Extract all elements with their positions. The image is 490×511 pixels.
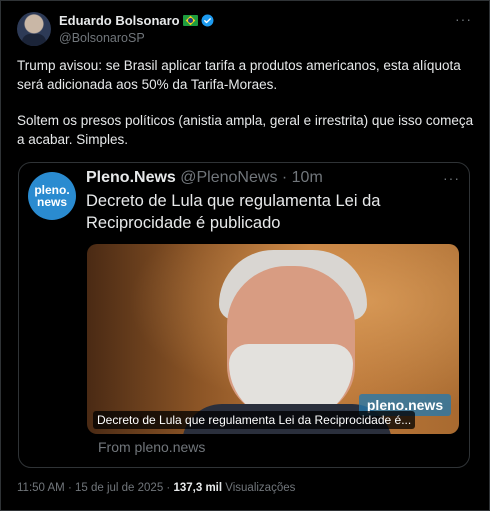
quoted-more-icon[interactable]: ···: [443, 170, 460, 186]
tweet-time[interactable]: 11:50 AM: [17, 482, 65, 494]
quoted-author-name[interactable]: Pleno.News: [86, 169, 176, 186]
pleno-news-avatar[interactable]: pleno. news: [28, 172, 76, 220]
verified-badge-icon: [201, 14, 214, 27]
separator: ·: [163, 482, 174, 494]
separator: ·: [277, 169, 292, 186]
link-preview-image[interactable]: pleno.news Decreto de Lula que regulamen…: [87, 244, 459, 434]
author-handle[interactable]: @BolsonaroSP: [59, 31, 145, 45]
logo-text: news: [36, 195, 67, 209]
author-name[interactable]: Eduardo Bolsonaro: [59, 13, 180, 28]
link-source[interactable]: From pleno.news: [98, 439, 205, 455]
quoted-author-handle[interactable]: @PlenoNews: [180, 169, 277, 186]
more-options-icon[interactable]: ···: [455, 12, 472, 26]
quoted-time[interactable]: 10m: [292, 169, 323, 186]
image-caption: Decreto de Lula que regulamenta Lei da R…: [93, 411, 416, 429]
brazil-flag-icon: [182, 15, 198, 26]
quoted-header: Pleno.News @PlenoNews · 10m: [86, 169, 323, 187]
quoted-text: Decreto de Lula que regulamenta Lei da R…: [86, 192, 381, 232]
avatar[interactable]: [17, 12, 51, 46]
tweet-date[interactable]: 15 de jul de 2025: [75, 482, 163, 494]
views-label: Visualizações: [225, 482, 296, 494]
author-row: Eduardo Bolsonaro: [59, 13, 214, 28]
tweet-paragraph: Soltem os presos políticos (anistia ampl…: [17, 113, 474, 147]
tweet-paragraph: Trump avisou: se Brasil aplicar tarifa a…: [17, 58, 461, 92]
tweet-meta: 11:50 AM · 15 de jul de 2025 · 137,3 mil…: [17, 482, 295, 494]
views-count: 137,3 mil: [173, 482, 223, 494]
separator: ·: [64, 482, 75, 494]
tweet-text: Trump avisou: se Brasil aplicar tarifa a…: [17, 57, 477, 149]
